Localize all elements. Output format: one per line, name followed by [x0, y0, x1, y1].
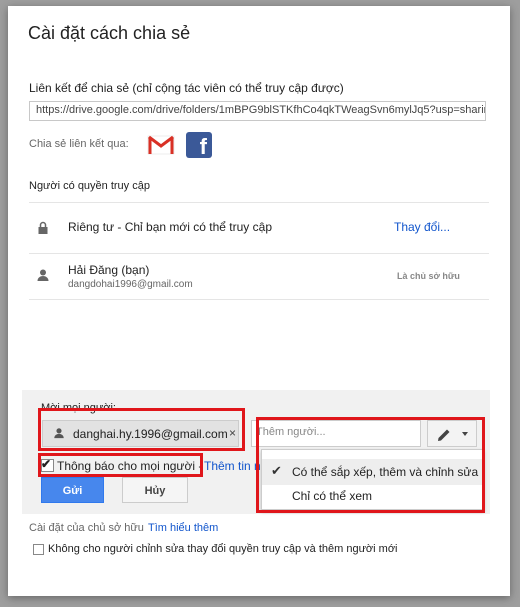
pencil-icon [438, 429, 450, 441]
share-settings-dialog: Cài đặt cách chia sẻ Liên kết để chia sẻ… [8, 6, 510, 596]
menu-item-can-organize[interactable]: ✔ Có thể sắp xếp, thêm và chỉnh sửa [262, 459, 483, 485]
remove-invitee-icon[interactable]: × [229, 426, 236, 440]
restrict-editors-checkbox[interactable] [33, 544, 44, 555]
person-icon [37, 269, 49, 281]
share-link-field[interactable]: https://drive.google.com/drive/folders/1… [29, 101, 486, 121]
facebook-icon[interactable]: f [186, 132, 212, 159]
add-people-input[interactable]: Thêm người... [251, 420, 421, 447]
divider [29, 202, 489, 203]
add-message-link[interactable]: Thêm tin n [204, 459, 261, 473]
cancel-button[interactable]: Hủy [122, 477, 188, 503]
permission-dropdown-button[interactable] [427, 420, 477, 447]
person-icon [54, 428, 64, 439]
lock-icon [38, 221, 48, 234]
share-via-label: Chia sẻ liên kết qua: [29, 138, 129, 150]
menu-item-label: Chỉ có thể xem [292, 489, 373, 503]
owner-name: Hải Đăng (bạn) [68, 263, 150, 277]
dialog-title: Cài đặt cách chia sẻ [28, 23, 191, 43]
menu-item-label: Có thể sắp xếp, thêm và chỉnh sửa [292, 465, 479, 479]
check-icon: ✔ [271, 463, 282, 478]
permission-menu: ✔ Có thể sắp xếp, thêm và chỉnh sửa Chỉ … [261, 449, 484, 510]
divider [29, 299, 489, 300]
access-label: Người có quyền truy cập [29, 180, 150, 192]
check-icon: ✔ [41, 457, 52, 471]
chevron-down-icon [462, 432, 468, 436]
invitee-email: danghai.hy.1996@gmail.com [73, 427, 228, 441]
change-access-link[interactable]: Thay đổi... [394, 220, 450, 234]
gmail-icon[interactable] [147, 134, 175, 156]
invitee-chip[interactable]: danghai.hy.1996@gmail.com × [42, 420, 239, 447]
menu-item-view-only[interactable]: Chỉ có thể xem [262, 483, 483, 509]
access-private-text: Riêng tư - Chỉ bạn mới có thể truy cập [68, 220, 272, 234]
owner-email: dangdohai1996@gmail.com [68, 279, 193, 290]
divider [29, 253, 489, 254]
share-link-label: Liên kết để chia sẻ (chỉ cộng tác viên c… [29, 81, 344, 95]
notify-label: Thông báo cho mọi người - [57, 459, 203, 473]
owner-settings-label: Cài đặt của chủ sở hữu [29, 522, 144, 534]
restrict-editors-label: Không cho người chỉnh sửa thay đổi quyền… [48, 543, 398, 555]
send-button[interactable]: Gửi [41, 477, 104, 503]
invite-label: Mời mọi người: [41, 402, 116, 414]
learn-more-link[interactable]: Tìm hiểu thêm [148, 522, 218, 534]
owner-role: Là chủ sở hữu [397, 271, 460, 281]
